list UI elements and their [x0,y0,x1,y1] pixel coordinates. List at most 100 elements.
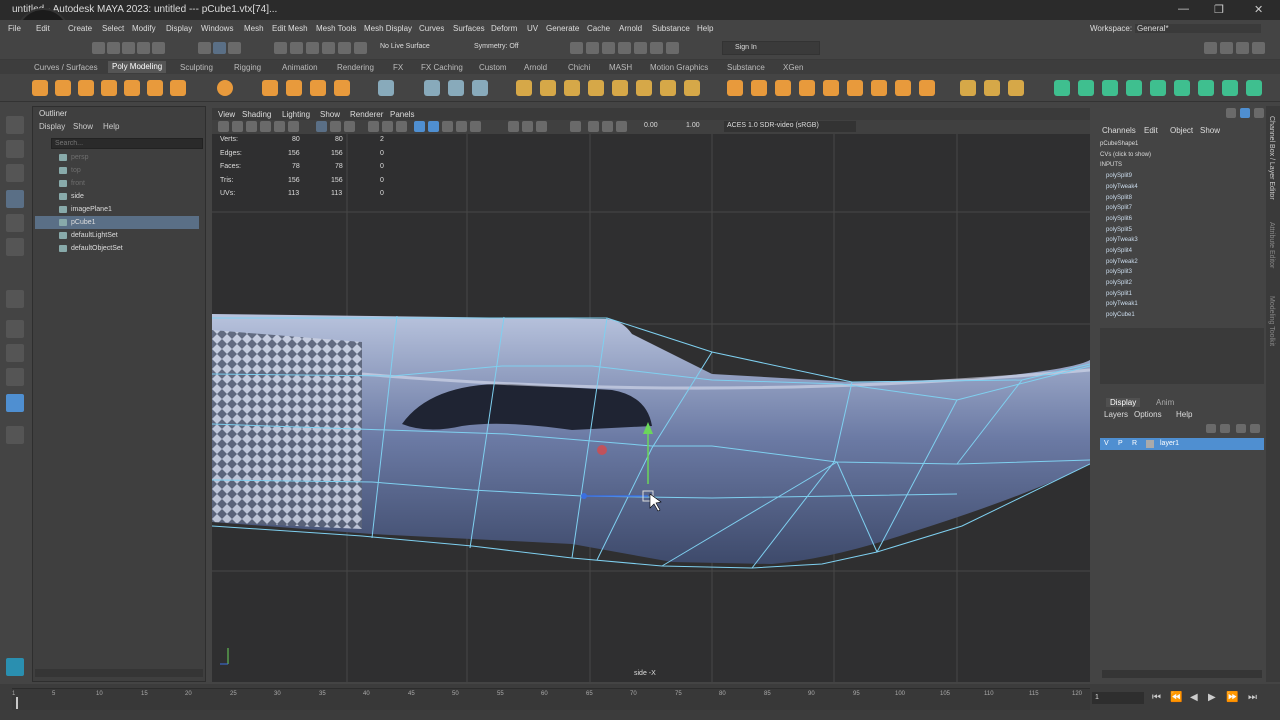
shelf-tab-fx[interactable]: FX [393,63,403,72]
poly-sphere-icon[interactable] [32,80,48,96]
menu-mesh[interactable]: Mesh [244,24,264,33]
two-d-pan-zoom-icon[interactable] [274,121,285,132]
grid-toggle-icon[interactable] [316,121,327,132]
ambient-occlusion-icon[interactable] [522,121,533,132]
input-node[interactable]: polyTweak4 [1106,184,1138,190]
move-layer-up-icon[interactable] [1206,424,1216,433]
magnet-icon[interactable] [354,42,367,54]
merge-icon[interactable] [612,80,628,96]
poly-cube-icon[interactable] [55,80,71,96]
sweep-mesh-icon[interactable] [262,80,278,96]
menu-edit[interactable]: Edit [36,24,50,33]
input-node[interactable]: polyCube1 [1106,312,1135,318]
poke-icon[interactable] [799,80,815,96]
input-node[interactable]: polyTweak3 [1106,237,1138,243]
grease-pencil-icon[interactable] [288,121,299,132]
pause-render-icon[interactable] [666,42,679,54]
menu-help[interactable]: Help [697,24,713,33]
outliner-item-pcube1[interactable]: pCube1 [35,216,199,229]
outliner-item-defaultlightset[interactable]: defaultLightSet [35,229,199,242]
live-surface-field[interactable]: No Live Surface [380,43,430,50]
gate-mask-icon[interactable] [368,121,379,132]
hypershade-icon[interactable] [618,42,631,54]
wireframe-icon[interactable] [414,121,425,132]
motion-blur-icon[interactable] [536,121,547,132]
snap-grid-icon[interactable] [274,42,287,54]
move-layer-down-icon[interactable] [1220,424,1230,433]
input-node[interactable]: polySplit2 [1106,280,1132,286]
viewport-side[interactable]: Verts: 80 80 2 Edges: 156 156 0 Faces: 78 78 0 Tr… [212,134,1090,682]
svg-tool-icon[interactable] [334,80,350,96]
step-forward-key-button[interactable]: ⏩ [1226,692,1238,703]
smooth-icon[interactable] [424,80,440,96]
poly-disc-icon[interactable] [170,80,186,96]
viewport-menu-show[interactable]: Show [320,110,340,119]
flip-icon[interactable] [960,80,976,96]
quad-draw-icon[interactable] [684,80,700,96]
input-node[interactable]: polyTweak2 [1106,259,1138,265]
uv-automatic-icon[interactable] [1078,80,1094,96]
resolution-gate-icon[interactable] [344,121,355,132]
shelf-tab-arnold[interactable]: Arnold [524,63,547,72]
select-component-icon[interactable] [228,42,241,54]
combine-icon[interactable] [378,80,394,96]
layer-tab-anim[interactable]: Anim [1156,398,1174,407]
poly-cylinder-icon[interactable] [78,80,94,96]
layer-menu-layers[interactable]: Layers [1104,410,1128,419]
snap-curve-icon[interactable] [290,42,303,54]
shelf-tab-chichi[interactable]: Chichi [568,63,590,72]
uv-spherical-icon[interactable] [1126,80,1142,96]
viewport-menu-renderer[interactable]: Renderer [350,110,383,119]
outliner-item-front[interactable]: front [35,177,199,190]
shelf-tab-curves-surfaces[interactable]: Curves / Surfaces [34,63,98,72]
rotate-tool-icon[interactable] [6,214,24,232]
channel-menu-object[interactable]: Object [1170,126,1193,135]
target-weld-icon[interactable] [660,80,676,96]
extrude-icon[interactable] [516,80,532,96]
outliner-horizontal-scrollbar[interactable] [35,669,203,677]
channel-box-toggle-c-icon[interactable] [1254,108,1264,118]
render-settings-icon[interactable] [602,42,615,54]
connect-icon[interactable] [895,80,911,96]
shelf-tab-poly-modeling[interactable]: Poly Modeling [108,61,167,73]
shelf-tab-rigging[interactable]: Rigging [234,63,261,72]
persp-outliner-layout-icon[interactable] [6,368,24,386]
menu-substance[interactable]: Substance [652,24,690,33]
menu-select[interactable]: Select [102,24,124,33]
outliner-item-persp[interactable]: persp [35,151,199,164]
wedge-icon[interactable] [823,80,839,96]
render-current-icon[interactable] [570,42,583,54]
attribute-editor-toggle-icon[interactable] [1220,42,1233,54]
smooth-shade-icon[interactable] [428,121,439,132]
shape-node-label[interactable]: pCubeShape1 [1100,141,1138,147]
snap-plane-icon[interactable] [322,42,335,54]
input-node[interactable]: polySplit3 [1106,269,1132,275]
outliner-menu-help[interactable]: Help [103,122,119,131]
channel-horizontal-scrollbar[interactable] [1102,670,1262,678]
tool-settings-toggle-icon[interactable] [1236,42,1249,54]
uv-planar-icon[interactable] [1054,80,1070,96]
shelf-tab-animation[interactable]: Animation [282,63,318,72]
channel-menu-show[interactable]: Show [1200,126,1220,135]
tab-channel-box-layer-editor[interactable]: Channel Box / Layer Editor [1268,116,1275,200]
viewport-menu-lighting[interactable]: Lighting [282,110,310,119]
scale-tool-icon[interactable] [6,238,24,256]
shelf-tab-xgen[interactable]: XGen [783,63,803,72]
time-slider-bar[interactable]: 1 5 10 15 20 25 30 35 40 45 50 55 60 65 … [12,688,1090,710]
new-empty-layer-icon[interactable] [1236,424,1246,433]
insert-edge-loop-icon[interactable] [727,80,743,96]
average-vertices-icon[interactable] [1008,80,1024,96]
shelf-tab-fx-caching[interactable]: FX Caching [421,63,463,72]
cvs-toggle[interactable]: CVs (click to show) [1100,152,1151,158]
uv-sew-icon[interactable] [1174,80,1190,96]
fill-hole-icon[interactable] [588,80,604,96]
poly-plane-icon[interactable] [147,80,163,96]
wireframe-on-shaded-icon[interactable] [442,121,453,132]
shelf-tab-sculpting[interactable]: Sculpting [180,63,213,72]
channel-menu-channels[interactable]: Channels [1102,126,1136,135]
menu-mesh-display[interactable]: Mesh Display [364,24,412,33]
layer-reference-toggle[interactable]: R [1132,440,1137,447]
play-backwards-button[interactable]: ◀ [1190,692,1198,703]
color-space-dropdown[interactable]: ACES 1.0 SDR-video (sRGB) [724,121,856,132]
menu-create[interactable]: Create [68,24,92,33]
